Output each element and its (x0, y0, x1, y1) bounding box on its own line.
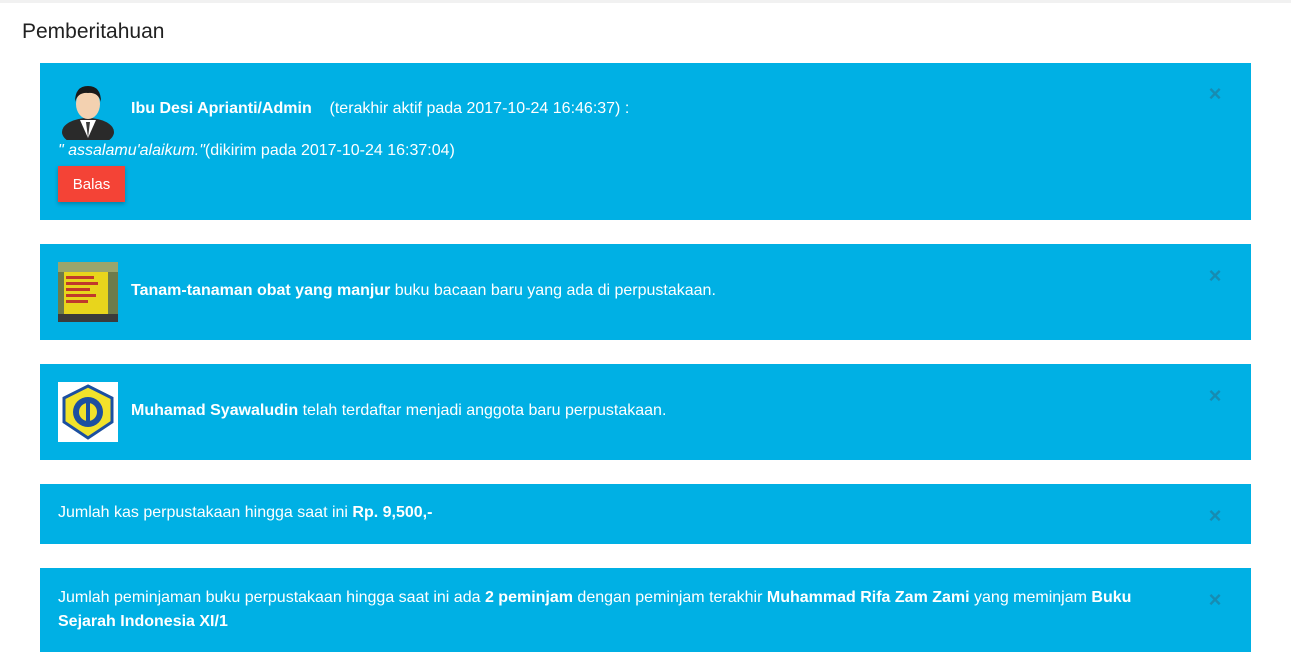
book-title: Tanam-tanaman obat yang manjur (131, 282, 391, 299)
loans-description-2: dengan peminjam terakhir (572, 589, 767, 606)
cash-amount: Rp. 9,500,- (352, 504, 433, 521)
message-quote: " assalamu'alaikum." (58, 142, 205, 159)
new-member-alert: × Muhamad Syawaludin telah terdaftar men… (40, 364, 1251, 460)
member-name: Muhamad Syawaludin (131, 402, 299, 419)
cash-text: Jumlah kas perpustakaan hingga saat ini … (58, 504, 432, 522)
close-icon[interactable]: × (1207, 265, 1223, 287)
new-member-description: telah terdaftar menjadi anggota baru per… (298, 402, 667, 419)
sent-at-text: (dikirim pada 2017-10-24 16:37:04) (204, 142, 455, 159)
cash-description: Jumlah kas perpustakaan hingga saat ini (58, 504, 353, 521)
new-book-text: Tanam-tanaman obat yang manjur buku baca… (131, 282, 716, 300)
book-cover-thumbnail (58, 262, 118, 322)
cash-alert: × Jumlah kas perpustakaan hingga saat in… (40, 484, 1251, 544)
close-icon[interactable]: × (1207, 589, 1223, 611)
new-book-alert: × Tanam-tanaman obat yang manjur buku ba… (40, 244, 1251, 340)
loan-count: 2 peminjam (484, 589, 573, 606)
reply-button[interactable]: Balas (58, 166, 125, 202)
message-alert: × Ibu Desi Aprianti/Admin (terakhir akti… (40, 63, 1251, 220)
new-book-description: buku bacaan baru yang ada di perpustakaa… (390, 282, 716, 299)
last-active-text: (terakhir aktif pada 2017-10-24 16:46:37… (329, 100, 630, 117)
new-member-text: Muhamad Syawaludin telah terdaftar menja… (131, 402, 666, 420)
loans-description: Jumlah peminjaman buku perpustakaan hing… (58, 589, 485, 606)
top-divider (0, 0, 1291, 3)
loans-text: Jumlah peminjaman buku perpustakaan hing… (58, 586, 1191, 634)
user-avatar-icon (58, 80, 118, 146)
close-icon[interactable]: × (1207, 385, 1223, 407)
message-body: " assalamu'alaikum."(dikirim pada 2017-1… (58, 142, 455, 160)
sender-name: Ibu Desi Aprianti/Admin (131, 100, 312, 117)
close-icon[interactable]: × (1207, 83, 1223, 105)
school-logo (58, 382, 118, 442)
loans-alert: × Jumlah peminjaman buku perpustakaan hi… (40, 568, 1251, 652)
message-header: Ibu Desi Aprianti/Admin (terakhir aktif … (131, 100, 629, 118)
close-icon[interactable]: × (1207, 505, 1223, 527)
page-title: Pemberitahuan (22, 20, 165, 43)
loans-description-3: yang meminjam (969, 589, 1092, 606)
last-borrower: Muhammad Rifa Zam Zami (766, 589, 970, 606)
